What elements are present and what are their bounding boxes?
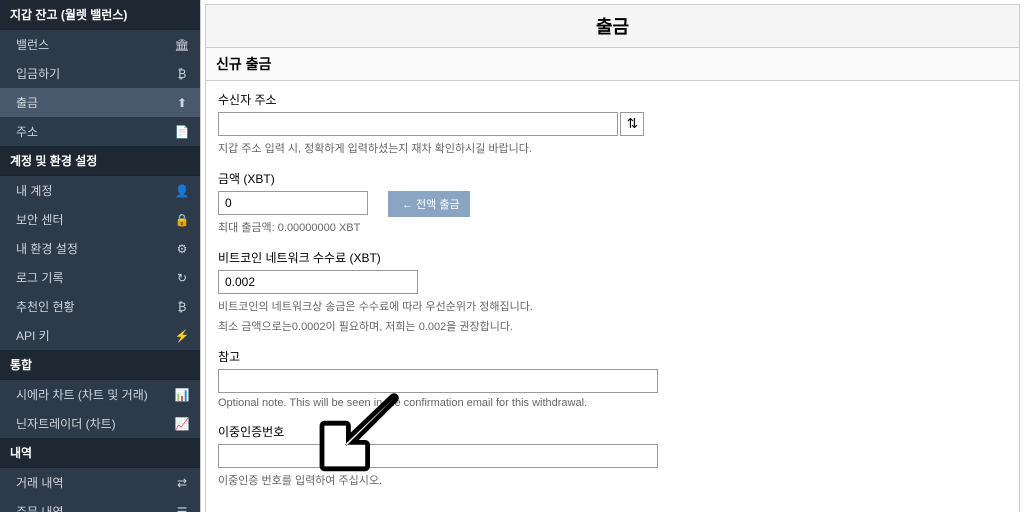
sidebar-item[interactable]: 입금하기 ₿	[0, 59, 200, 88]
sidebar-item-icon: ⚙	[174, 242, 190, 256]
sidebar-item-icon: 📊	[174, 388, 190, 402]
sidebar-item[interactable]: 주소 📄	[0, 117, 200, 146]
sidebar-item-icon: 🏛	[174, 38, 190, 52]
sidebar-item-icon: ₿	[174, 300, 190, 314]
sidebar-item[interactable]: 거래 내역 ⇄	[0, 468, 200, 497]
sidebar-item-icon: 📄	[174, 125, 190, 139]
sidebar-item-label: 주문 내역	[16, 503, 64, 512]
fee-label: 비트코인 네트워크 수수료 (XBT)	[218, 249, 1007, 266]
sidebar-header: 내역	[0, 438, 200, 468]
twofa-helper: 이중인증 번호를 입력하여 주십시오.	[218, 472, 1007, 488]
sidebar-item-icon: 📈	[174, 417, 190, 431]
recipient-label: 수신자 주소	[218, 91, 1007, 108]
full-amount-button[interactable]: ← 전액 출금	[388, 191, 470, 217]
amount-max: 최대 출금액: 0.00000000 XBT	[218, 219, 368, 235]
sidebar-item-label: 시에라 차트 (차트 및 거래)	[16, 386, 148, 403]
amount-field: 금액 (XBT) 최대 출금액: 0.00000000 XBT ← 전액 출금	[218, 170, 1007, 235]
new-withdraw-header: 신규 출금	[206, 48, 1019, 81]
sidebar-item[interactable]: 로그 기록 ↻	[0, 263, 200, 292]
sidebar-item-icon: ⚡	[174, 329, 190, 343]
recipient-select[interactable]	[218, 112, 618, 136]
sidebar: 지갑 잔고 (월렛 밸런스)밸런스🏛입금하기₿출금⬆주소📄계정 및 환경 설정내…	[0, 0, 200, 512]
sidebar-item-label: 입금하기	[16, 65, 60, 82]
sidebar-item[interactable]: 주문 내역 ☰	[0, 497, 200, 512]
sidebar-item-label: 닌자트레이더 (차트)	[16, 415, 116, 432]
sidebar-item-icon: ☰	[174, 505, 190, 512]
fee-input[interactable]	[218, 270, 418, 294]
sidebar-item-icon: ₿	[174, 67, 190, 81]
recipient-dropdown-toggle[interactable]: ⇅	[620, 112, 644, 136]
recipient-field: 수신자 주소 ⇅ 지갑 주소 입력 시, 정확하게 입력하셨는지 재차 확인하시…	[218, 91, 1007, 156]
note-label: 참고	[218, 348, 1007, 365]
sidebar-item-label: 거래 내역	[16, 474, 64, 491]
sidebar-header: 계정 및 환경 설정	[0, 146, 200, 176]
updown-icon: ⇅	[627, 116, 638, 132]
sidebar-item[interactable]: API 키 ⚡	[0, 321, 200, 350]
sidebar-item[interactable]: 출금 ⬆	[0, 88, 200, 117]
sidebar-item-label: 추천인 현황	[16, 298, 75, 315]
sidebar-item-icon: 👤	[174, 184, 190, 198]
sidebar-item[interactable]: 밸런스 🏛	[0, 30, 200, 59]
sidebar-header: 지갑 잔고 (월렛 밸런스)	[0, 0, 200, 30]
sidebar-item-label: 내 환경 설정	[16, 240, 78, 257]
sidebar-item-label: API 키	[16, 327, 50, 344]
sidebar-item-icon: ⇄	[174, 476, 190, 490]
sidebar-item[interactable]: 시에라 차트 (차트 및 거래) 📊	[0, 380, 200, 409]
withdraw-form: 수신자 주소 ⇅ 지갑 주소 입력 시, 정확하게 입력하셨는지 재차 확인하시…	[206, 81, 1019, 512]
fee-field: 비트코인 네트워크 수수료 (XBT) 비트코인의 네트워크상 송금은 수수료에…	[218, 249, 1007, 334]
note-helper: Optional note. This will be seen in the …	[218, 397, 1007, 409]
note-input[interactable]	[218, 369, 658, 393]
sidebar-item[interactable]: 내 계정 👤	[0, 176, 200, 205]
sidebar-item-label: 내 계정	[16, 182, 52, 199]
main-content: 출금 신규 출금 수신자 주소 ⇅ 지갑 주소 입력 시, 정확하게 입력하셨는…	[200, 0, 1024, 512]
sidebar-item-label: 보안 센터	[16, 211, 64, 228]
sidebar-item-label: 주소	[16, 123, 38, 140]
page-title: 출금	[206, 5, 1019, 48]
fee-helper1: 비트코인의 네트워크상 송금은 수수료에 따라 우선순위가 정해집니다.	[218, 298, 1007, 314]
amount-label: 금액 (XBT)	[218, 170, 1007, 187]
note-field: 참고 Optional note. This will be seen in t…	[218, 348, 1007, 409]
sidebar-item-icon: ↻	[174, 271, 190, 285]
withdraw-panel: 출금 신규 출금 수신자 주소 ⇅ 지갑 주소 입력 시, 정확하게 입력하셨는…	[205, 4, 1020, 512]
sidebar-item[interactable]: 추천인 현황 ₿	[0, 292, 200, 321]
amount-input[interactable]	[218, 191, 368, 215]
recipient-helper: 지갑 주소 입력 시, 정확하게 입력하셨는지 재차 확인하시길 바랍니다.	[218, 140, 1007, 156]
sidebar-item-label: 출금	[16, 94, 38, 111]
twofa-field: 이중인증번호 이중인증 번호를 입력하여 주십시오.	[218, 423, 1007, 488]
sidebar-item-label: 로그 기록	[16, 269, 64, 286]
twofa-label: 이중인증번호	[218, 423, 1007, 440]
sidebar-item-icon: ⬆	[174, 96, 190, 110]
sidebar-header: 통합	[0, 350, 200, 380]
fee-helper2: 최소 금액으로는0.0002이 필요하며, 저희는 0.002을 권장합니다.	[218, 318, 1007, 334]
twofa-input[interactable]	[218, 444, 658, 468]
sidebar-item[interactable]: 내 환경 설정 ⚙	[0, 234, 200, 263]
sidebar-item[interactable]: 보안 센터 🔒	[0, 205, 200, 234]
sidebar-item[interactable]: 닌자트레이더 (차트) 📈	[0, 409, 200, 438]
sidebar-item-label: 밸런스	[16, 36, 49, 53]
sidebar-item-icon: 🔒	[174, 213, 190, 227]
